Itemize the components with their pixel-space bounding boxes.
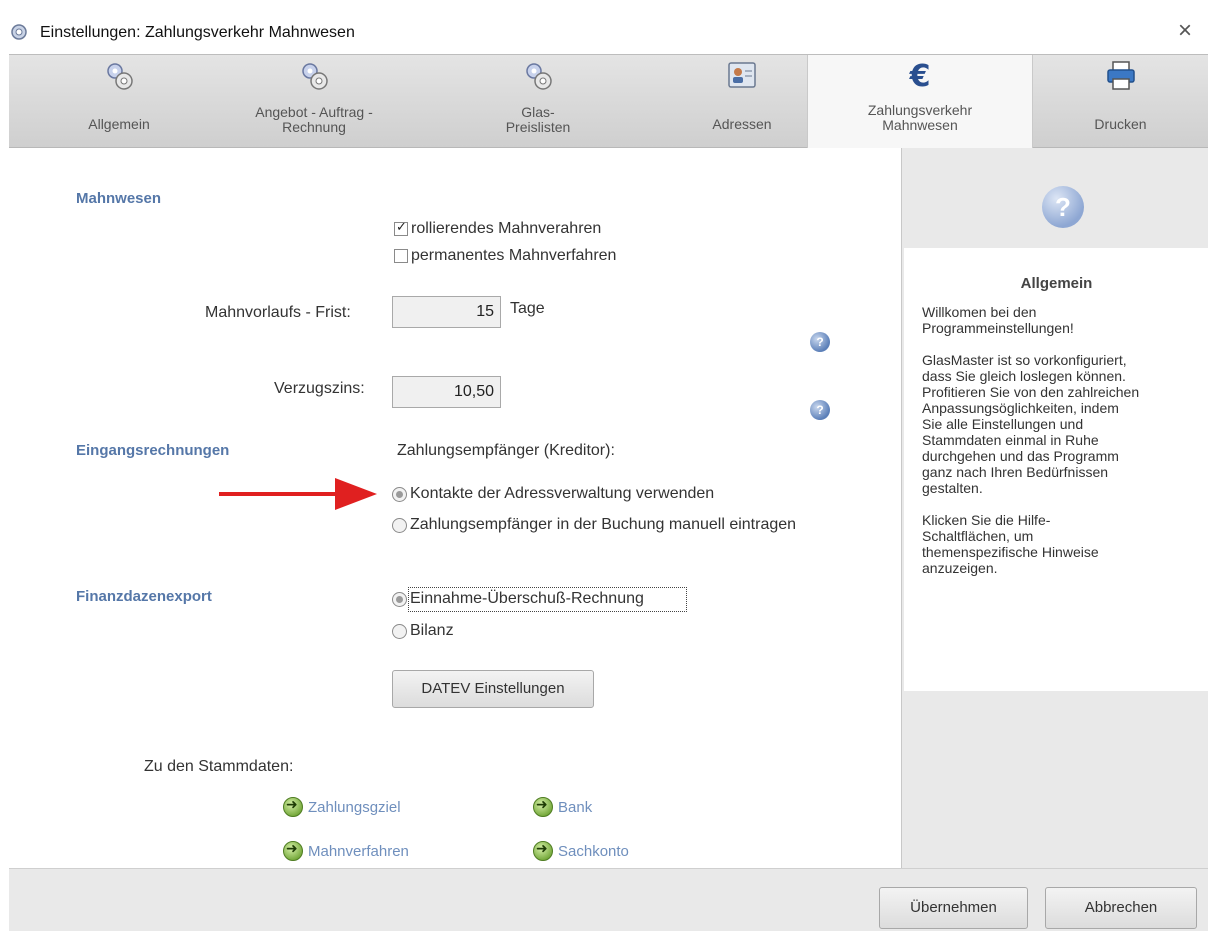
help-title: Allgemein: [1020, 275, 1093, 292]
tab-adressen[interactable]: Adressen: [677, 55, 807, 148]
euer-option-label: Einnahme-Überschuß-Rechnung: [410, 590, 644, 607]
arrow-right-circle-icon: [533, 797, 553, 817]
stammdaten-label: Zu den Stammdaten:: [144, 758, 294, 775]
red-arrow-icon: [219, 478, 377, 510]
gears-icon: [107, 63, 133, 90]
rollierend-checkbox[interactable]: [394, 220, 408, 236]
tab-drucken[interactable]: Drucken: [1033, 55, 1208, 148]
zahlungsempfaenger-label: Zahlungsempfänger (Kreditor):: [397, 442, 615, 459]
settings-content: Mahnwesen rollierendes Mahnverahren perm…: [9, 148, 901, 868]
cancel-button[interactable]: Abbrechen: [1045, 887, 1197, 929]
tab-bar: Allgemein Angebot - Auftrag - Rechnung G…: [9, 54, 1208, 149]
tab-label: Allgemein: [88, 116, 150, 132]
tab-angebot-auftrag-rechnung[interactable]: Angebot - Auftrag - Rechnung: [229, 55, 399, 148]
link-mahnverfahren[interactable]: Mahnverfahren: [308, 843, 409, 860]
help-icon[interactable]: ?: [810, 400, 830, 420]
help-text: Willkomen bei den Programmeinstellungen!…: [922, 304, 1140, 576]
link-sachkonto[interactable]: Sachkonto: [558, 843, 629, 860]
gears-icon: [302, 63, 328, 90]
frist-label: Mahnvorlaufs - Frist:: [205, 304, 351, 321]
kontakte-option-label: Kontakte der Adressverwaltung verwenden: [410, 485, 715, 502]
verzugszins-label: Verzugszins:: [274, 380, 365, 397]
printer-icon: [1106, 61, 1135, 90]
tab-allgemein[interactable]: Allgemein: [9, 55, 229, 148]
close-button[interactable]: ×: [1170, 16, 1200, 46]
arrow-right-circle-icon: [533, 841, 553, 861]
manuell-option-label: Zahlungsempfänger in der Buchung manuell…: [410, 516, 797, 533]
window-title: Einstellungen: Zahlungsverkehr Mahnwesen: [40, 24, 355, 41]
verzugszins-input[interactable]: 10,50: [392, 376, 501, 408]
tab-label: Adressen: [712, 116, 772, 132]
frist-input[interactable]: 15: [392, 296, 501, 328]
tab-zahlungsverkehr-mahnwesen[interactable]: € Zahlungsverkehr Mahnwesen: [807, 55, 1033, 149]
tab-label: Zahlungsverkehr Mahnwesen: [867, 102, 973, 133]
link-bank[interactable]: Bank: [558, 799, 592, 816]
section-heading-mahnwesen: Mahnwesen: [76, 190, 162, 207]
tab-glas-preislisten[interactable]: Glas-Preislisten: [399, 55, 677, 148]
apply-button[interactable]: Übernehmen: [879, 887, 1028, 929]
tab-label: Glas-Preislisten: [505, 104, 571, 135]
address-card-icon: [728, 62, 756, 88]
gear-icon: [11, 24, 27, 40]
help-box: Allgemein Willkomen bei den Programmeins…: [904, 248, 1209, 691]
euer-radio[interactable]: [392, 592, 407, 607]
arrow-right-circle-icon: [283, 841, 303, 861]
kontakte-radio[interactable]: [392, 487, 407, 502]
permanent-checkbox[interactable]: [394, 249, 408, 263]
arrow-right-circle-icon: [283, 797, 303, 817]
euro-icon: €: [909, 59, 931, 93]
gears-icon: [526, 63, 552, 90]
rollierend-label: rollierendes Mahnverahren: [411, 220, 602, 237]
link-zahlungsziel[interactable]: Zahlungsgziel: [308, 799, 401, 816]
datev-settings-button[interactable]: DATEV Einstellungen: [392, 670, 594, 708]
bilanz-option-label: Bilanz: [410, 622, 454, 639]
svg-text:€: €: [909, 59, 931, 93]
help-icon[interactable]: ?: [810, 332, 830, 352]
question-mark-icon: ?: [1042, 186, 1084, 228]
manuell-radio[interactable]: [392, 518, 407, 533]
footer-bar: Übernehmen Abbrechen: [9, 868, 1208, 931]
section-heading-finanzexport: Finanzdazenexport: [76, 588, 212, 605]
section-heading-eingangsrechnungen: Eingangsrechnungen: [76, 442, 230, 459]
tab-label: Angebot - Auftrag - Rechnung: [255, 104, 373, 135]
permanent-label: permanentes Mahnverfahren: [411, 247, 617, 264]
title-bar: Einstellungen: Zahlungsverkehr Mahnwesen…: [0, 0, 1214, 54]
tab-label: Drucken: [1094, 116, 1147, 132]
help-pane: ? Allgemein Willkomen bei den Programmei…: [901, 148, 1209, 868]
bilanz-radio[interactable]: [392, 624, 407, 639]
frist-unit-label: Tage: [510, 300, 545, 317]
